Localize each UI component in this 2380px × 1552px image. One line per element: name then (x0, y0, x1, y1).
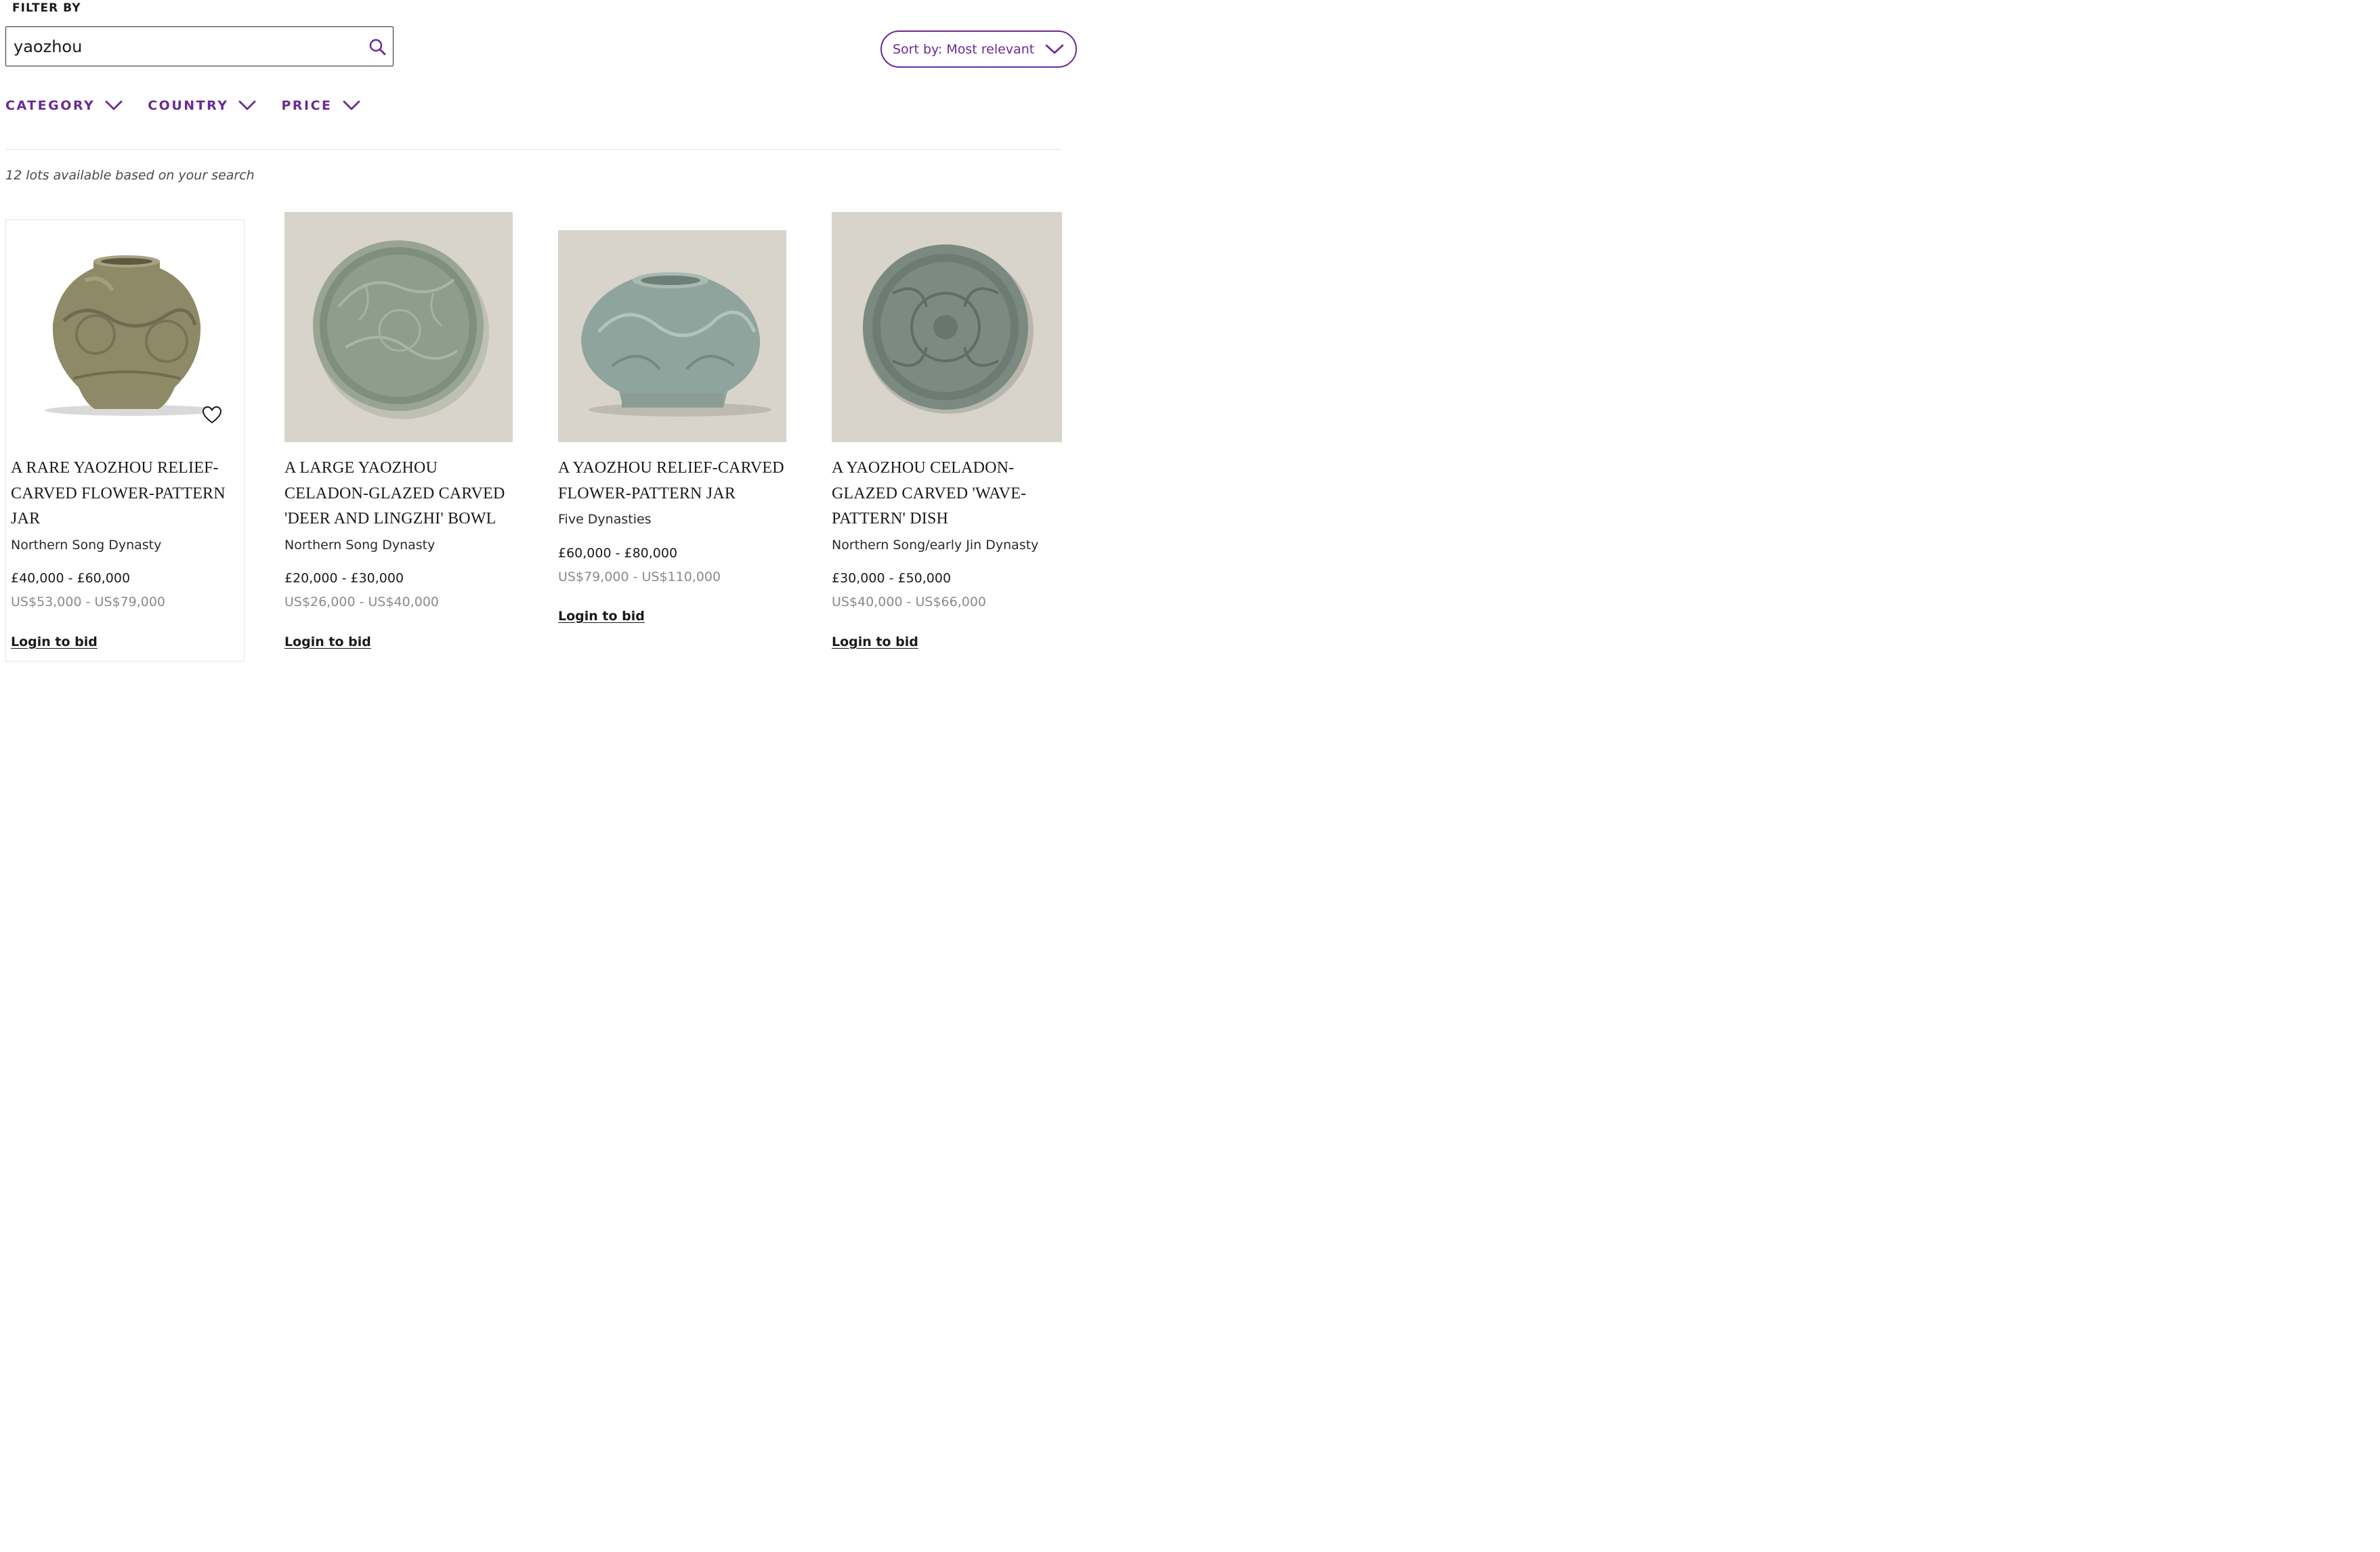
lot-title-line: PATTERN' DISH (832, 510, 949, 527)
login-to-bid-link[interactable]: Login to bid (11, 634, 98, 649)
price-filter-label: PRICE (281, 98, 333, 113)
lot-title-line: A YAOZHOU RELIEF-CARVED (558, 459, 784, 477)
lot-title-line: A RARE YAOZHOU RELIEF- (11, 459, 219, 477)
lot-title[interactable]: A LARGE YAOZHOU CELADON-GLAZED CARVED 'D… (284, 456, 518, 532)
lot-title-line: JAR (11, 510, 41, 527)
search-box[interactable] (5, 26, 394, 66)
sort-dropdown[interactable]: Sort by: Most relevant (880, 30, 1077, 68)
lot-title-line: A YAOZHOU CELADON- (832, 459, 1015, 477)
lot-title-line: FLOWER-PATTERN JAR (558, 484, 736, 502)
lot-estimate-usd: US$53,000 - US$79,000 (11, 595, 166, 609)
chevron-down-icon (343, 100, 360, 110)
filter-tabs: CATEGORY COUNTRY PRICE (5, 98, 385, 113)
lot-period: Northern Song Dynasty (284, 538, 435, 553)
chevron-down-icon (239, 100, 256, 110)
login-to-bid-link[interactable]: Login to bid (284, 634, 371, 649)
lot-estimate: £30,000 - £50,000 (832, 571, 952, 586)
lot-estimate: £20,000 - £30,000 (284, 571, 404, 586)
category-filter-label: CATEGORY (5, 98, 95, 113)
heart-icon[interactable] (202, 405, 222, 425)
country-filter-label: COUNTRY (148, 98, 229, 113)
country-filter[interactable]: COUNTRY (148, 98, 256, 113)
lot-title-line: A LARGE YAOZHOU (284, 459, 438, 477)
lot-period: Northern Song/early Jin Dynasty (832, 538, 1039, 553)
lot-image-jar[interactable] (558, 230, 786, 442)
login-to-bid-link[interactable]: Login to bid (832, 634, 918, 649)
divider (5, 149, 1062, 150)
lot-title[interactable]: A YAOZHOU CELADON- GLAZED CARVED 'WAVE- … (832, 456, 1062, 532)
filter-by-label: FILTER BY (12, 1, 81, 15)
results-count: 12 lots available based on your search (5, 168, 255, 183)
lot-title-line: CELADON-GLAZED CARVED (284, 484, 505, 502)
search-input[interactable] (6, 26, 368, 66)
lot-estimate-usd: US$26,000 - US$40,000 (284, 595, 440, 609)
sort-label: Sort by: Most relevant (893, 41, 1035, 57)
lot-estimate: £60,000 - £80,000 (558, 546, 678, 561)
lot-image-bowl[interactable] (284, 212, 513, 442)
chevron-down-icon (1045, 44, 1064, 53)
lot-estimate: £40,000 - £60,000 (11, 571, 131, 586)
lot-estimate-usd: US$79,000 - US$110,000 (558, 569, 721, 584)
lot-image-dish[interactable] (832, 212, 1062, 442)
lot-period: Five Dynasties (558, 512, 652, 527)
login-to-bid-link[interactable]: Login to bid (558, 609, 645, 624)
lot-title[interactable]: A RARE YAOZHOU RELIEF- CARVED FLOWER-PAT… (11, 456, 241, 532)
search-icon[interactable] (368, 37, 387, 56)
price-filter[interactable]: PRICE (281, 98, 360, 113)
lot-period: Northern Song Dynasty (11, 538, 162, 553)
category-filter[interactable]: CATEGORY (5, 98, 123, 113)
lot-image-jar[interactable] (11, 226, 239, 423)
lot-title-line: GLAZED CARVED 'WAVE- (832, 484, 1027, 502)
lot-title-line: CARVED FLOWER-PATTERN (11, 484, 226, 502)
chevron-down-icon (105, 100, 123, 110)
lot-title-line: 'DEER AND LINGZHI' BOWL (284, 510, 496, 527)
lot-title[interactable]: A YAOZHOU RELIEF-CARVED FLOWER-PATTERN J… (558, 456, 788, 506)
lot-estimate-usd: US$40,000 - US$66,000 (832, 595, 987, 609)
